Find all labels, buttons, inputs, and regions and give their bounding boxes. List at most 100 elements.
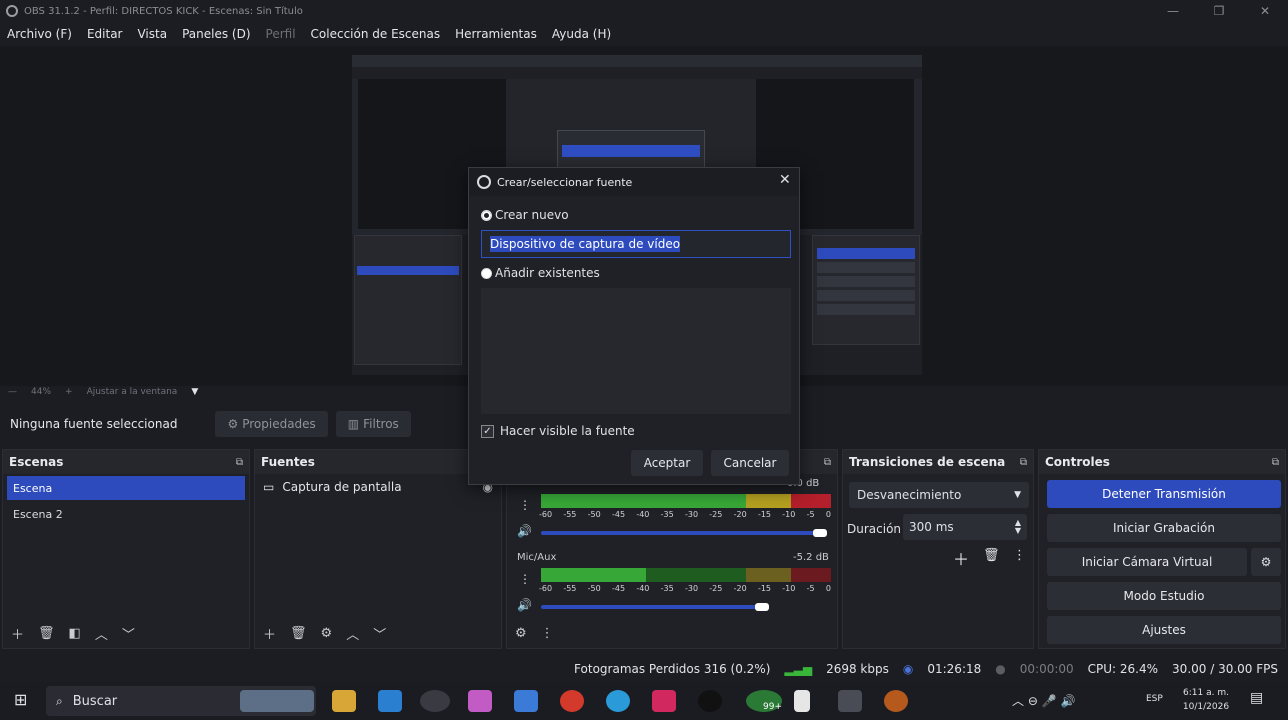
clock[interactable]: 6:11 a. m. 10/1/2026	[1176, 686, 1236, 716]
menu-herramientas[interactable]: Herramientas	[455, 27, 537, 41]
transition-select[interactable]: Desvanecimiento ▼	[849, 482, 1029, 508]
no-source-selected-label: Ninguna fuente seleccionad	[10, 417, 178, 431]
speaker-icon[interactable]: 🔊	[517, 524, 532, 538]
mixer-channel: Mic/Aux -5.2 dB ⋮ -60 -55 -50 -45 -40 -35 -30-…	[507, 548, 837, 616]
notifications-icon[interactable]: ▤	[1250, 690, 1263, 706]
maximize-button[interactable]: ❐	[1196, 0, 1242, 22]
tray-icons[interactable]: ︿ ⊖ 🎤 🔊	[1012, 692, 1075, 709]
settings-button[interactable]: Ajustes	[1047, 616, 1281, 644]
float-dock-icon[interactable]: ⧉	[1272, 457, 1279, 468]
language-indicator[interactable]: ESP	[1146, 694, 1163, 704]
stop-stream-button[interactable]: Detener Transmisión	[1047, 480, 1281, 508]
accept-button[interactable]: Aceptar	[631, 450, 703, 476]
chevron-down-icon: ▼	[1014, 490, 1021, 500]
edge-icon[interactable]	[606, 690, 630, 712]
scene-filters-icon[interactable]: ◧	[69, 626, 81, 641]
move-up-icon[interactable]: ︿	[95, 624, 108, 643]
whatsapp-icon[interactable]: 99+	[746, 690, 782, 712]
menu-paneles[interactable]: Paneles (D)	[182, 27, 250, 41]
mixer-menu-icon[interactable]: ⋮	[541, 626, 554, 641]
notepad-icon[interactable]	[794, 690, 810, 712]
copilot-icon[interactable]	[468, 690, 492, 712]
volume-meter	[541, 494, 831, 508]
virtual-camera-settings-button[interactable]: ⚙	[1251, 548, 1281, 576]
checkbox-checked-icon[interactable]: ✓	[481, 424, 494, 438]
close-icon[interactable]: ✕	[779, 172, 791, 188]
zoom-dropdown-icon[interactable]: ▼	[191, 387, 198, 397]
float-dock-icon[interactable]: ⧉	[236, 457, 243, 468]
volume-slider-handle[interactable]	[755, 603, 769, 611]
scene-item[interactable]: Escena 2	[7, 502, 245, 526]
sources-dock: Fuentes ▭ Captura de pantalla ◉ ＋ 🗑 ⚙ ︿ …	[254, 449, 502, 649]
move-down-icon[interactable]: ﹀	[122, 624, 135, 643]
make-visible-option[interactable]: ✓ Hacer visible la fuente	[481, 424, 635, 438]
tiktok-icon[interactable]	[652, 690, 676, 712]
float-dock-icon[interactable]: ⧉	[1020, 457, 1027, 468]
app-icon[interactable]	[698, 690, 722, 712]
mixer-toolbar: ⚙ ⋮	[507, 618, 837, 648]
source-up-icon[interactable]: ︿	[346, 624, 359, 643]
menu-editar[interactable]: Editar	[87, 27, 123, 41]
virtual-camera-button[interactable]: Iniciar Cámara Virtual	[1047, 548, 1247, 576]
radio-selected-icon[interactable]	[481, 209, 492, 221]
menu-archivo[interactable]: Archivo (F)	[7, 27, 72, 41]
cancel-button[interactable]: Cancelar	[711, 450, 789, 476]
search-icon: ⌕	[56, 693, 63, 708]
channel-level: -5.2 dB	[793, 552, 829, 563]
menu-vista[interactable]: Vista	[137, 27, 167, 41]
existing-sources-list[interactable]	[481, 288, 791, 414]
studio-mode-button[interactable]: Modo Estudio	[1047, 582, 1281, 610]
zoom-in-button[interactable]: +	[65, 387, 73, 397]
remove-source-icon[interactable]: 🗑	[290, 626, 307, 641]
volume-slider-handle[interactable]	[813, 529, 827, 537]
menu-perfil[interactable]: Perfil	[266, 27, 296, 41]
cpu-usage: CPU: 26.4%	[1087, 662, 1159, 676]
windows-start-icon[interactable]: ⊞	[14, 690, 27, 709]
add-scene-icon[interactable]: ＋	[11, 624, 24, 643]
menu-ayuda[interactable]: Ayuda (H)	[552, 27, 611, 41]
minimize-button[interactable]: —	[1150, 0, 1196, 22]
obs-taskbar-icon[interactable]	[420, 690, 450, 712]
add-transition-icon[interactable]: ＋	[953, 546, 969, 570]
store-icon[interactable]	[514, 690, 538, 712]
filters-button[interactable]: ▥ Filtros	[335, 411, 411, 437]
remove-transition-icon[interactable]: 🗑	[983, 548, 1000, 563]
float-dock-icon[interactable]: ⧉	[824, 457, 831, 468]
start-recording-button[interactable]: Iniciar Grabación	[1047, 514, 1281, 542]
fit-window-label[interactable]: Ajustar a la ventana	[87, 387, 178, 397]
taskbar-app-icon[interactable]	[838, 690, 862, 712]
game-app-icon[interactable]	[884, 690, 908, 712]
properties-button[interactable]: ⚙ Propiedades	[215, 411, 328, 437]
sources-dock-title: Fuentes	[255, 450, 501, 474]
channel-menu-icon[interactable]: ⋮	[519, 572, 531, 586]
channel-menu-icon[interactable]: ⋮	[519, 498, 531, 512]
transition-menu-icon[interactable]: ⋮	[1013, 548, 1026, 563]
volume-slider[interactable]	[541, 531, 823, 535]
duration-input[interactable]: 300 ms ▲ ▼	[903, 514, 1027, 540]
controls-dock-title: Controles ⧉	[1039, 450, 1285, 474]
file-explorer-icon[interactable]	[332, 690, 356, 712]
source-name-input[interactable]: Dispositivo de captura de vídeo	[481, 230, 791, 258]
source-settings-icon[interactable]: ⚙	[321, 626, 333, 641]
remove-scene-icon[interactable]: 🗑	[38, 626, 55, 641]
outlook-icon[interactable]	[378, 690, 402, 712]
scenes-dock: Escenas ⧉ Escena Escena 2 ＋ 🗑 ◧ ︿ ﹀	[2, 449, 250, 649]
zoom-value: 44%	[31, 387, 52, 397]
speaker-icon[interactable]: 🔊	[517, 598, 532, 612]
scene-item[interactable]: Escena	[7, 476, 245, 500]
weather-widget-icon[interactable]	[240, 690, 314, 712]
obs-logo-icon	[6, 5, 18, 17]
source-down-icon[interactable]: ﹀	[373, 624, 386, 643]
add-existing-option[interactable]: Añadir existentes	[481, 266, 600, 280]
stepper-icon[interactable]: ▲ ▼	[1015, 519, 1021, 535]
zoom-out-button[interactable]: —	[8, 387, 17, 397]
mixer-settings-icon[interactable]: ⚙	[515, 626, 527, 641]
add-source-icon[interactable]: ＋	[263, 624, 276, 643]
menu-coleccion-escenas[interactable]: Colección de Escenas	[311, 27, 441, 41]
radio-unselected-icon[interactable]	[481, 267, 492, 279]
create-new-option[interactable]: Crear nuevo	[481, 208, 569, 222]
close-window-button[interactable]: ✕	[1242, 0, 1288, 22]
volume-slider[interactable]	[541, 605, 761, 609]
source-item[interactable]: ▭ Captura de pantalla ◉	[255, 474, 501, 500]
chrome-icon[interactable]	[560, 690, 584, 712]
